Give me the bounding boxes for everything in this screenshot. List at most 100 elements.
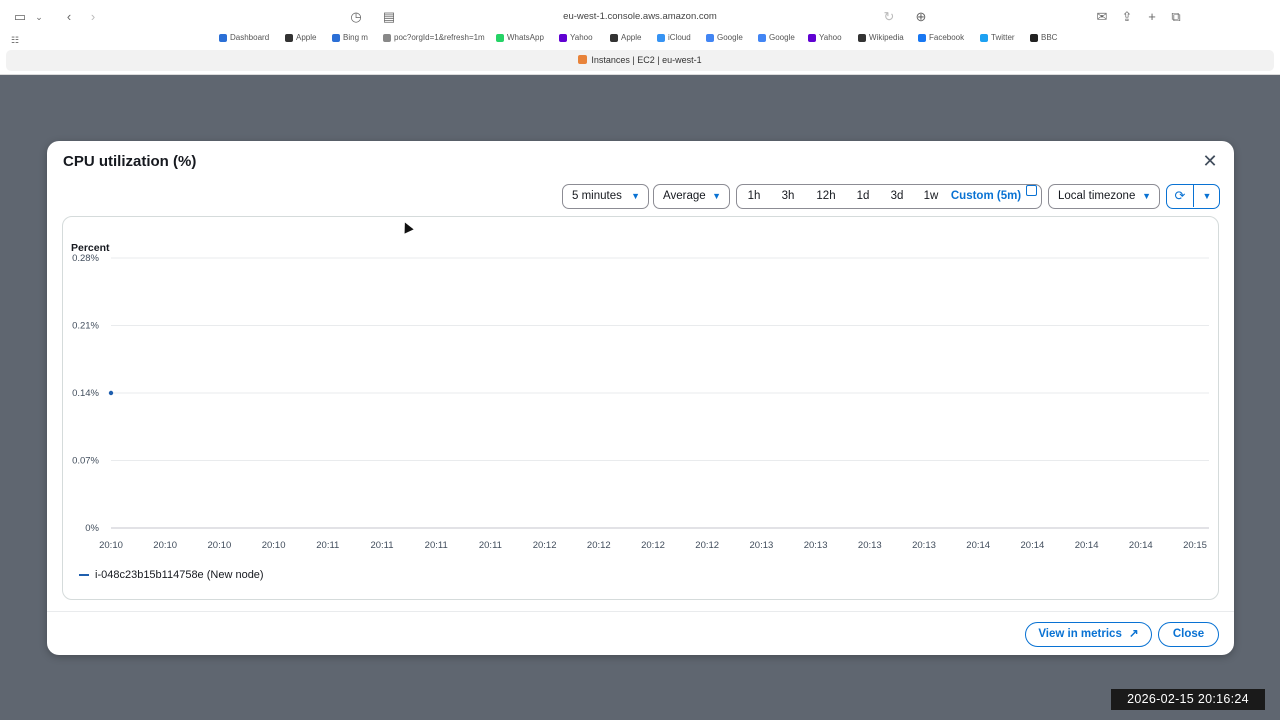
caret-down-icon: ▼	[631, 191, 640, 201]
view-in-metrics-button[interactable]: View in metrics ↗	[1025, 622, 1152, 647]
bookmark-item[interactable]: Dashboard	[219, 33, 269, 42]
aws-favicon-icon	[578, 55, 588, 64]
range-1d[interactable]: 1d	[850, 185, 876, 208]
x-tick-label: 20:14	[966, 540, 990, 551]
calendar-icon[interactable]	[1026, 185, 1037, 196]
x-tick-label: 20:11	[479, 540, 502, 551]
x-tick-label: 20:10	[208, 540, 232, 551]
bookmark-item[interactable]: Google	[706, 33, 743, 42]
statistic-select[interactable]: Average ▼	[653, 184, 730, 209]
bookmark-label: Wikipedia	[869, 33, 904, 42]
bookmark-favicon-icon	[383, 33, 391, 42]
y-tick-label: 0.14%	[72, 388, 99, 399]
bookmark-item[interactable]: WhatsApp	[496, 33, 544, 42]
bookmark-item[interactable]: Yahoo	[808, 33, 842, 42]
refresh-group: ⟳ ▼	[1166, 184, 1220, 209]
bookmark-item[interactable]: Google	[758, 33, 795, 42]
address-bar[interactable]: eu-west-1.console.aws.amazon.com	[540, 0, 740, 34]
legend-swatch	[79, 574, 89, 576]
bookmark-label: Dashboard	[230, 33, 270, 42]
bookmark-label: poc?orgId=1&refresh=1m	[394, 33, 485, 42]
bookmark-item[interactable]: BBC	[1030, 33, 1057, 42]
bookmark-label: Apple	[621, 33, 642, 42]
chevron-down-icon[interactable]: ⌄	[30, 0, 48, 34]
statistic-value: Average	[663, 190, 706, 202]
bookmark-label: BBC	[1041, 33, 1058, 42]
bookmark-item[interactable]: Apple	[610, 33, 641, 42]
range-1w[interactable]: 1w	[918, 185, 944, 208]
history-icon[interactable]: ◷	[347, 0, 365, 34]
y-tick-label: 0.28%	[72, 253, 99, 264]
download-icon[interactable]: ⊕	[912, 0, 930, 34]
active-tab[interactable]: Instances | EC2 | eu-west-1	[6, 50, 1274, 71]
timezone-value: Local timezone	[1058, 190, 1136, 202]
timezone-select[interactable]: Local timezone ▼	[1048, 184, 1160, 209]
x-tick-label: 20:12	[587, 540, 611, 551]
bookmark-favicon-icon	[1030, 33, 1038, 42]
range-12h[interactable]: 12h	[811, 185, 841, 208]
data-point	[108, 390, 114, 396]
cpu-chart: Percent0.28%0.21%0.14%0.07%0%20:10 20:10 2…	[71, 242, 1209, 551]
range-custom[interactable]: Custom (5m)	[949, 185, 1023, 208]
bookmark-item[interactable]: Wikipedia	[858, 33, 904, 42]
bookmark-item[interactable]: Apple	[285, 33, 316, 42]
x-tick-label: 20:12	[695, 540, 719, 551]
modal-footer-divider	[47, 611, 1234, 612]
modal-title: CPU utilization (%)	[63, 153, 197, 170]
range-3d[interactable]: 3d	[884, 185, 910, 208]
bookmark-label: Bing m	[343, 33, 368, 42]
bookmark-label: Apple	[296, 33, 317, 42]
bookmark-favicon-icon	[219, 33, 227, 42]
close-button[interactable]: Close	[1158, 622, 1219, 647]
bookmark-item[interactable]: Yahoo	[559, 33, 593, 42]
bookmark-favicon-icon	[657, 33, 665, 42]
tab-title: Instances | EC2 | eu-west-1	[591, 55, 702, 65]
reader-icon[interactable]: ▤	[380, 0, 398, 34]
bookmark-label: Google	[717, 33, 743, 42]
bookmark-item[interactable]: poc?orgId=1&refresh=1m	[383, 33, 485, 42]
bookmark-label: Yahoo	[819, 33, 842, 42]
new-tab-icon[interactable]: +	[1143, 0, 1161, 34]
range-3h[interactable]: 3h	[775, 185, 801, 208]
bookmark-favicon-icon	[706, 33, 714, 42]
legend-label: i-048c23b15b114758e (New node)	[95, 569, 264, 581]
refresh-icon[interactable]: ⟳	[1167, 185, 1194, 207]
tabs-overview-icon[interactable]: ⧉	[1167, 0, 1185, 34]
caret-down-icon: ▼	[712, 191, 721, 201]
back-icon[interactable]: ‹	[60, 0, 78, 34]
x-tick-label: 20:14	[1021, 540, 1045, 551]
y-tick-label: 0.21%	[72, 321, 99, 332]
chart-legend[interactable]: i-048c23b15b114758e (New node)	[79, 569, 264, 581]
refresh-options-caret-icon[interactable]: ▼	[1195, 185, 1219, 207]
reload-icon[interactable]: ↻	[880, 0, 898, 34]
bookmark-label: iCloud	[668, 33, 691, 42]
period-select[interactable]: 5 minutes ▼	[562, 184, 649, 209]
browser-toolbar: ▭ ⌄ ‹ › ◷ ▤ eu-west-1.console.aws.amazon…	[0, 0, 1280, 34]
chart-container: Percent 0.28% 0.21% 0.14% 0.07% 0% 20:10 20:10 2…	[62, 216, 1219, 600]
caret-down-icon: ▼	[1142, 191, 1151, 201]
browser-chrome: ▭ ⌄ ‹ › ◷ ▤ eu-west-1.console.aws.amazon…	[0, 0, 1280, 75]
x-tick-label: 20:10	[99, 540, 123, 551]
close-icon[interactable]: ✕	[1200, 151, 1220, 171]
x-tick-label: 20:11	[425, 540, 448, 551]
bookmark-favicon-icon	[980, 33, 988, 42]
mail-icon[interactable]: ✉	[1093, 0, 1111, 34]
bookmark-item[interactable]: Twitter	[980, 33, 1015, 42]
forward-icon[interactable]: ›	[84, 0, 102, 34]
bookmark-favicon-icon	[610, 33, 618, 42]
share-icon[interactable]: ⇪	[1118, 0, 1136, 34]
y-tick-label: 0%	[85, 523, 99, 534]
timestamp-overlay: 2026-02-15 20:16:24	[1111, 689, 1265, 710]
cpu-utilization-modal: CPU utilization (%) ✕ 5 minutes ▼ Averag…	[47, 141, 1234, 655]
bookmark-item[interactable]: Bing m	[332, 33, 368, 42]
x-tick-label: 20:10	[153, 540, 177, 551]
x-tick-label: 20:14	[1129, 540, 1153, 551]
x-tick-label: 20:13	[858, 540, 882, 551]
bookmark-item[interactable]: iCloud	[657, 33, 691, 42]
x-tick-label: 20:13	[750, 540, 774, 551]
bookmark-favicon-icon	[758, 33, 766, 42]
bookmark-item[interactable]: Facebook	[918, 33, 964, 42]
view-in-metrics-label: View in metrics	[1038, 628, 1122, 640]
bookmark-label: WhatsApp	[507, 33, 544, 42]
range-1h[interactable]: 1h	[741, 185, 767, 208]
